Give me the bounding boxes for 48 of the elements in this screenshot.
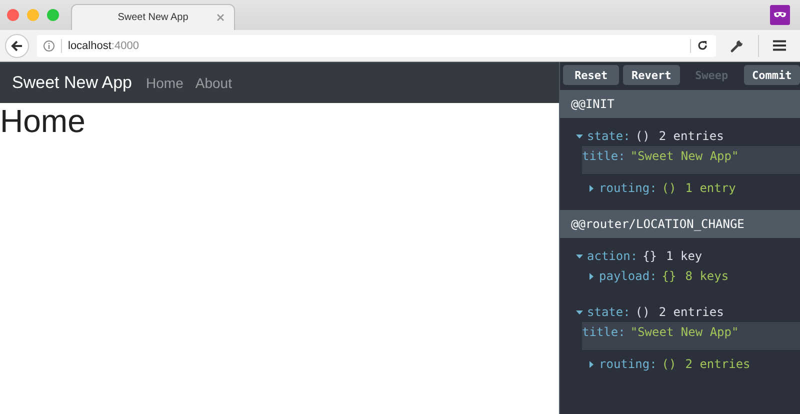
caret-down-icon[interactable] — [576, 308, 583, 316]
browser-tab[interactable]: Sweet New App — [71, 4, 235, 30]
reload-icon[interactable] — [697, 40, 708, 51]
nav-link[interactable]: Home — [146, 74, 184, 90]
page-heading: Home — [0, 103, 86, 139]
back-arrow-icon — [11, 40, 23, 52]
tree-key[interactable]: state: — [587, 129, 630, 143]
brand-link[interactable]: Sweet New App — [12, 72, 132, 92]
action-header[interactable]: @@INIT — [560, 90, 800, 118]
tree-summary: 8 keys — [685, 269, 729, 283]
type-glyph: {} — [662, 269, 676, 283]
tree-summary: 1 key — [666, 249, 702, 263]
monitor-button[interactable]: Commit — [744, 65, 800, 85]
tree-key[interactable]: routing: — [599, 357, 657, 371]
type-glyph: () — [662, 181, 676, 195]
type-glyph: () — [635, 129, 650, 143]
tree-key[interactable]: routing: — [599, 181, 657, 195]
type-glyph: {} — [642, 249, 658, 263]
tree-key[interactable]: state: — [587, 305, 630, 319]
wrench-icon[interactable] — [730, 38, 744, 52]
caret-right-icon[interactable] — [588, 184, 595, 192]
tree-summary: 2 entries — [685, 357, 750, 371]
close-icon[interactable] — [217, 14, 224, 21]
type-glyph: () — [635, 305, 650, 319]
tree-key[interactable]: action: — [587, 249, 638, 263]
url-text: localhost:4000 — [68, 40, 139, 52]
tree-key: title: — [582, 325, 626, 339]
caret-down-icon[interactable] — [576, 132, 583, 140]
info-icon[interactable] — [43, 40, 55, 52]
tree-value: "Sweet New App" — [630, 325, 739, 339]
tree-summary: 2 entries — [658, 129, 724, 143]
caret-right-icon[interactable] — [588, 272, 595, 280]
caret-down-icon[interactable] — [576, 252, 583, 260]
nav-link[interactable]: About — [195, 74, 232, 90]
monitor-button[interactable]: Reset — [563, 65, 620, 85]
back-button[interactable] — [5, 34, 29, 58]
monitor-button[interactable]: Revert — [623, 65, 680, 85]
tree-summary: 2 entries — [658, 305, 724, 319]
tree-key[interactable]: payload: — [599, 269, 657, 283]
tree-value: "Sweet New App" — [630, 149, 739, 163]
mask-icon[interactable] — [770, 5, 790, 25]
action-header[interactable]: @@router/LOCATION_CHANGE — [560, 210, 800, 238]
tree-key: title: — [582, 149, 626, 163]
tree-summary: 1 entry — [685, 181, 736, 195]
menu-icon[interactable] — [773, 40, 786, 51]
type-glyph: () — [662, 357, 676, 371]
caret-right-icon[interactable] — [588, 360, 595, 368]
address-field[interactable]: localhost:4000 — [37, 34, 716, 56]
